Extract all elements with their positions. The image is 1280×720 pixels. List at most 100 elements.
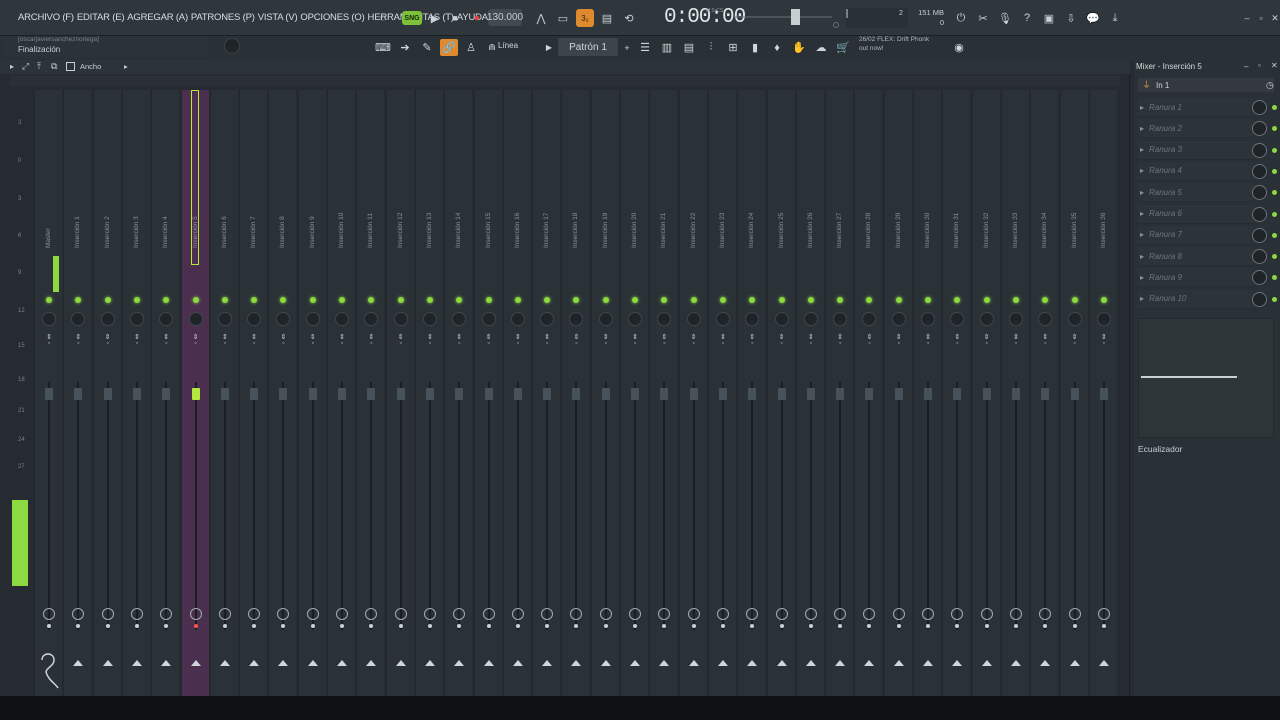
route-knob[interactable] [365, 608, 378, 620]
mixer-strip[interactable]: Inserción 29 ⇕ ◦ [883, 90, 912, 696]
menu-archivo[interactable]: ARCHIVO (F) [18, 12, 74, 23]
stereo-separation-icon[interactable]: ⇕ ◦ [162, 334, 170, 347]
mute-led[interactable] [368, 297, 375, 303]
slot-mix-knob[interactable] [1252, 121, 1267, 137]
channel-rack-icon[interactable]: ▤ [680, 39, 698, 56]
route-arrow-icon[interactable] [1010, 660, 1021, 666]
volume-fader[interactable] [132, 388, 141, 400]
pan-knob[interactable] [159, 312, 174, 326]
master-volume-slider[interactable] [732, 8, 842, 30]
volume-fader[interactable] [660, 388, 669, 400]
send-dot[interactable] [515, 624, 520, 628]
step-edit-icon[interactable]: ▤ [598, 9, 616, 27]
route-arrow-icon[interactable] [981, 660, 992, 666]
volume-fader[interactable] [718, 388, 727, 400]
send-dot[interactable] [896, 624, 901, 628]
piano-roll-icon[interactable]: ▥ [658, 39, 676, 56]
mixer-strip[interactable]: Inserción 12 ⇕ ◦ [385, 90, 414, 696]
stereo-separation-icon[interactable]: ⇕ ◦ [514, 334, 522, 347]
mixer-strip[interactable]: Inserción 14 ⇕ ◦ [444, 90, 473, 696]
stereo-separation-icon[interactable]: ⇕ ◦ [807, 334, 815, 347]
pan-knob[interactable] [217, 312, 232, 326]
mute-led[interactable] [221, 297, 228, 303]
plugin-icon[interactable]: ✂ [974, 9, 992, 27]
pan-knob[interactable] [1096, 312, 1111, 326]
route-knob[interactable] [482, 608, 495, 620]
mixer-strip[interactable]: Inserción 33 ⇕ ◦ [1000, 90, 1029, 696]
slot-mix-knob[interactable] [1252, 185, 1267, 201]
master-curve-icon[interactable] [38, 652, 62, 692]
pattern-prev-icon[interactable]: ▶ [540, 39, 558, 56]
route-arrow-icon[interactable] [1040, 660, 1051, 666]
send-dot[interactable] [720, 624, 725, 628]
stereo-separation-icon[interactable]: ⇕ ◦ [719, 334, 727, 347]
upload-icon[interactable]: ⤒ [37, 61, 41, 72]
slot-enable-led[interactable] [1272, 211, 1277, 217]
stereo-separation-icon[interactable]: ⇕ ◦ [74, 334, 82, 347]
route-knob[interactable] [629, 608, 641, 620]
mixer-strip[interactable]: Inserción 11 ⇕ ◦ [356, 90, 385, 696]
slot-mix-knob[interactable] [1252, 163, 1267, 179]
volume-fader[interactable] [396, 388, 405, 400]
route-arrow-icon[interactable] [483, 660, 494, 666]
stereo-separation-icon[interactable]: ⇕ ◦ [221, 334, 229, 347]
stereo-separation-icon[interactable]: ⇕ ◦ [602, 334, 610, 347]
send-dot[interactable] [252, 624, 257, 628]
slot-mix-knob[interactable] [1252, 206, 1267, 222]
mixer-strip[interactable]: Inserción 4 ⇕ ◦ [151, 90, 180, 696]
route-knob[interactable] [980, 608, 993, 620]
stereo-separation-icon[interactable]: ⇕ ◦ [778, 334, 786, 347]
stereo-separation-icon[interactable]: ⇕ ◦ [660, 334, 668, 347]
stereo-separation-icon[interactable]: ⇕ ◦ [279, 334, 287, 347]
power-icon[interactable]: ⏻ [952, 9, 970, 27]
mute-led[interactable] [749, 297, 756, 303]
close-icon[interactable]: ✕ [1271, 61, 1278, 70]
route-knob[interactable] [218, 608, 231, 620]
route-arrow-icon[interactable] [307, 660, 318, 666]
route-knob[interactable] [922, 608, 934, 620]
route-knob[interactable] [394, 608, 407, 620]
route-knob[interactable] [599, 608, 612, 620]
mute-led[interactable] [573, 297, 580, 303]
pan-knob[interactable] [891, 312, 906, 326]
mixer-icon[interactable]: ⫶ [702, 39, 720, 56]
effect-slot[interactable]: ▸ Ranura 4 [1138, 161, 1254, 181]
menu-patrones[interactable]: PATRONES (P) [191, 12, 255, 23]
route-arrow-icon[interactable] [659, 660, 670, 666]
route-arrow-icon[interactable] [688, 660, 699, 666]
route-knob[interactable] [277, 608, 290, 620]
mixer-strip[interactable]: Inserción 31 ⇕ ◦ [942, 90, 971, 696]
send-dot[interactable] [779, 624, 784, 628]
browser-icon[interactable]: ⊞ [724, 39, 742, 56]
mute-led[interactable] [807, 297, 814, 303]
mute-led[interactable] [837, 297, 844, 303]
stereo-separation-icon[interactable]: ⇕ ◦ [983, 334, 991, 347]
playlist-icon[interactable]: ☰ [636, 39, 654, 56]
pan-knob[interactable] [1008, 312, 1023, 326]
send-dot[interactable] [750, 624, 755, 628]
send-dot[interactable] [486, 624, 491, 628]
route-knob[interactable] [1068, 608, 1081, 620]
mute-led[interactable] [339, 297, 345, 303]
pattern-selector[interactable]: Patrón 1 [558, 38, 618, 56]
volume-fader[interactable] [308, 388, 317, 400]
mute-led[interactable] [925, 297, 931, 303]
route-knob[interactable] [658, 608, 671, 620]
route-knob[interactable] [775, 608, 788, 620]
stereo-separation-icon[interactable]: ⇕ ◦ [895, 334, 903, 347]
mute-led[interactable] [309, 297, 316, 303]
wait-input-icon[interactable]: ▭ [554, 9, 572, 27]
countdown-icon[interactable]: 3₂ [576, 9, 594, 27]
mute-led[interactable] [251, 297, 258, 303]
send-dot[interactable] [369, 624, 374, 628]
pan-knob[interactable] [745, 312, 760, 326]
mixer-strip[interactable]: Inserción 22 ⇕ ◦ [678, 90, 707, 696]
mute-led[interactable] [163, 297, 170, 303]
layout-icon[interactable] [66, 62, 75, 71]
stereo-separation-icon[interactable]: ⇕ ◦ [133, 334, 141, 347]
menu-editar[interactable]: EDITAR (E) [77, 12, 125, 23]
route-knob[interactable] [804, 608, 817, 620]
route-knob[interactable] [336, 608, 348, 620]
volume-fader[interactable] [631, 388, 639, 400]
mute-led[interactable] [456, 297, 463, 303]
